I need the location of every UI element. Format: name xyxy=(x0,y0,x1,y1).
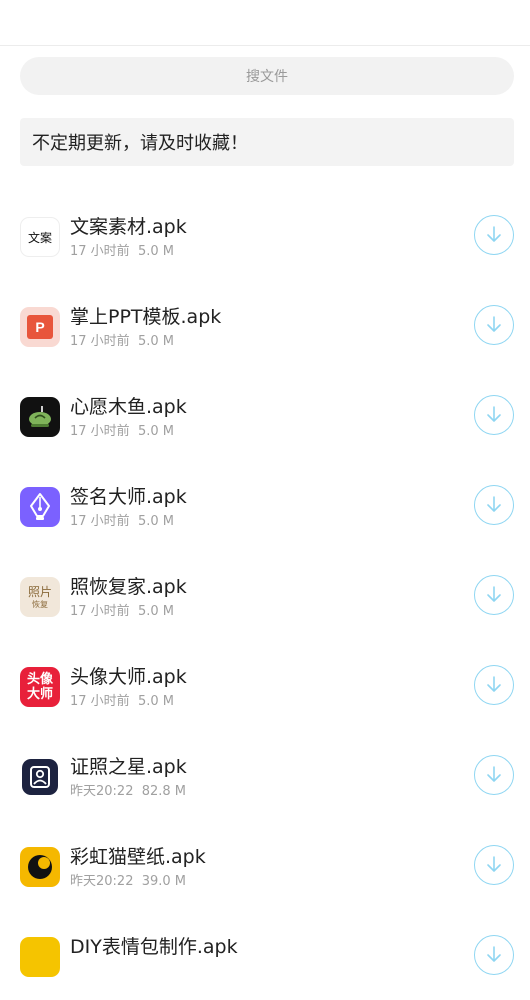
pen-nib-app-icon xyxy=(20,487,60,527)
file-size: 5.0 M xyxy=(137,514,174,529)
file-meta: 17 小时前 5.0 M xyxy=(70,240,174,259)
avatar-icon-text-top: 头像 xyxy=(26,672,53,687)
pen-nib-glyph xyxy=(30,493,50,520)
file-meta: 17 小时前 5.0 M xyxy=(70,510,174,529)
rainbow-cat-glyph xyxy=(28,855,52,879)
wenan-icon-text: 文案 xyxy=(27,230,52,245)
file-time: 17 小时前 xyxy=(70,424,130,439)
top-bar xyxy=(0,0,530,46)
photo-restore-icon-text-top: 照片 xyxy=(27,584,52,599)
photo-restore-app-icon: 照片 恢复 xyxy=(20,577,60,617)
diy-emoji-app-icon xyxy=(20,937,60,977)
file-name: 彩虹猫壁纸.apk xyxy=(70,846,206,868)
file-item[interactable]: 照片 恢复 照恢复家.apk 17 小时前 5.0 M xyxy=(0,550,530,640)
download-button[interactable] xyxy=(474,755,514,795)
file-time: 昨天20:22 xyxy=(70,874,134,889)
file-item[interactable]: 心愿木鱼.apk 17 小时前 5.0 M xyxy=(0,370,530,460)
file-name: 掌上PPT模板.apk xyxy=(70,306,222,328)
file-name: 签名大师.apk xyxy=(70,486,187,508)
download-arrow-icon xyxy=(487,406,501,422)
notice-banner: 不定期更新，请及时收藏！ xyxy=(20,118,514,166)
file-meta: 昨天20:22 82.8 M xyxy=(70,780,186,799)
file-name: 照恢复家.apk xyxy=(70,576,187,598)
download-arrow-icon xyxy=(487,946,501,962)
file-size: 5.0 M xyxy=(137,694,174,709)
search-placeholder: 搜文件 xyxy=(246,69,288,85)
file-item[interactable]: DIY表情包制作.apk xyxy=(0,910,530,1000)
avatar-icon-text-bottom: 大师 xyxy=(26,687,53,702)
download-button[interactable] xyxy=(474,215,514,255)
download-arrow-icon xyxy=(487,226,501,242)
file-item[interactable]: 头像 大师 头像大师.apk 17 小时前 5.0 M xyxy=(0,640,530,730)
file-time: 17 小时前 xyxy=(70,334,130,349)
rainbow-cat-app-icon xyxy=(20,847,60,887)
wooden-fish-glyph xyxy=(29,406,51,427)
photo-restore-icon-text-bottom: 恢复 xyxy=(32,599,48,609)
wooden-fish-app-icon xyxy=(20,397,60,437)
file-time: 17 小时前 xyxy=(70,604,130,619)
download-arrow-icon xyxy=(487,496,501,512)
file-item[interactable]: 证照之星.apk 昨天20:22 82.8 M xyxy=(0,730,530,820)
download-button[interactable] xyxy=(474,305,514,345)
file-meta: 17 小时前 5.0 M xyxy=(70,690,174,709)
file-item[interactable]: 文案 文案素材.apk 17 小时前 5.0 M xyxy=(0,190,530,280)
file-meta: 17 小时前 5.0 M xyxy=(70,330,174,349)
file-size: 5.0 M xyxy=(137,604,174,619)
file-time: 17 小时前 xyxy=(70,694,130,709)
download-button[interactable] xyxy=(474,395,514,435)
ppt-icon-text: P xyxy=(35,319,45,335)
file-meta: 17 小时前 5.0 M xyxy=(70,600,174,619)
download-button[interactable] xyxy=(474,575,514,615)
file-item[interactable]: 彩虹猫壁纸.apk 昨天20:22 39.0 M xyxy=(0,820,530,910)
avatar-master-app-icon: 头像 大师 xyxy=(20,667,60,707)
download-arrow-icon xyxy=(487,766,501,782)
notice-text: 不定期更新，请及时收藏！ xyxy=(32,133,248,154)
file-item[interactable]: P 掌上PPT模板.apk 17 小时前 5.0 M xyxy=(0,280,530,370)
id-photo-glyph xyxy=(22,759,58,795)
file-meta: 昨天20:22 39.0 M xyxy=(70,870,186,889)
download-arrow-icon xyxy=(487,316,501,332)
file-time: 17 小时前 xyxy=(70,244,130,259)
file-time: 昨天20:22 xyxy=(70,784,134,799)
file-size: 5.0 M xyxy=(137,334,174,349)
file-size: 5.0 M xyxy=(137,424,174,439)
file-size: 39.0 M xyxy=(141,874,187,889)
file-item[interactable]: 签名大师.apk 17 小时前 5.0 M xyxy=(0,460,530,550)
wenan-app-icon: 文案 xyxy=(20,217,60,257)
download-arrow-icon xyxy=(487,676,501,692)
search-bar[interactable]: 搜文件 xyxy=(20,57,514,95)
file-size: 82.8 M xyxy=(141,784,187,799)
download-button[interactable] xyxy=(474,485,514,525)
file-meta: 17 小时前 5.0 M xyxy=(70,420,174,439)
download-arrow-icon xyxy=(487,856,501,872)
file-name: 文案素材.apk xyxy=(70,216,187,238)
download-arrow-icon xyxy=(487,586,501,602)
file-name: DIY表情包制作.apk xyxy=(70,936,238,958)
ppt-logo-icon: P xyxy=(27,315,53,339)
ppt-app-icon: P xyxy=(20,307,60,347)
file-name: 头像大师.apk xyxy=(70,666,187,688)
file-list: 文案 文案素材.apk 17 小时前 5.0 M P 掌上PPT模板.apk 1… xyxy=(0,190,530,1000)
file-size: 5.0 M xyxy=(137,244,174,259)
file-name: 心愿木鱼.apk xyxy=(70,396,187,418)
id-photo-app-icon xyxy=(20,757,60,797)
file-name: 证照之星.apk xyxy=(70,756,187,778)
download-button[interactable] xyxy=(474,845,514,885)
file-time: 17 小时前 xyxy=(70,514,130,529)
download-button[interactable] xyxy=(474,935,514,975)
download-button[interactable] xyxy=(474,665,514,705)
